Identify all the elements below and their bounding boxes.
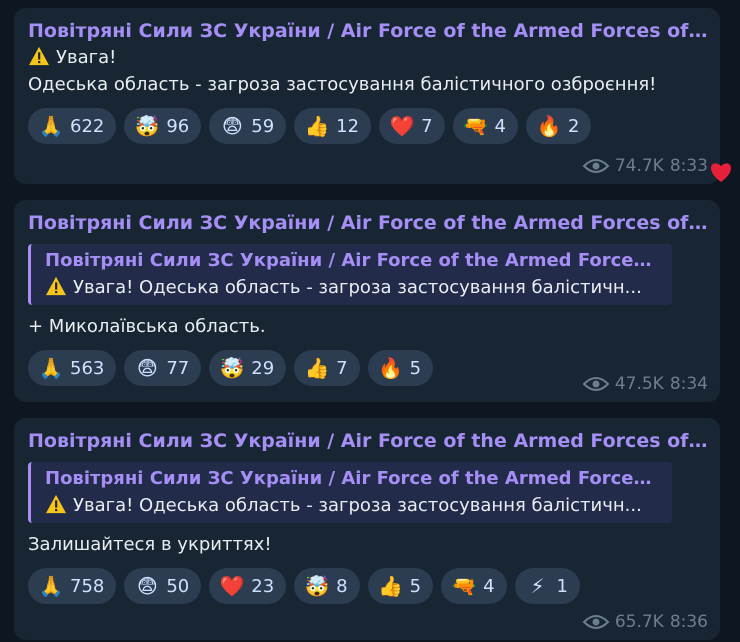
thumbs-up-icon: 👍	[304, 356, 330, 380]
reaction-pray[interactable]: 🙏 758	[28, 568, 117, 604]
quote-sender: Повітряні Сили ЗС України / Air Force of…	[45, 468, 662, 489]
reaction-count: 4	[494, 115, 506, 137]
quote-text: Увага! Одеська область - загроза застосу…	[73, 277, 642, 298]
message-time: 8:36	[669, 612, 708, 632]
reaction-count: 29	[251, 357, 275, 379]
reaction-count: 8	[336, 575, 348, 597]
reaction-count: 1	[556, 575, 568, 597]
sender-name[interactable]: Повітряні Сили ЗС України / Air Force of…	[28, 18, 708, 44]
message-time: 8:33	[669, 156, 708, 176]
reaction-count: 563	[70, 357, 105, 379]
message-bubble[interactable]: Повітряні Сили ЗС України / Air Force of…	[14, 418, 720, 640]
warning-icon	[46, 276, 66, 296]
reactions-bar: 🙏 622 🤯 96 😨 59 👍 12 ❤️ 7 🔫 4 🔥 2	[28, 108, 708, 144]
reaction-fire[interactable]: 🔥 5	[367, 350, 434, 386]
exploding-head-icon: 🤯	[219, 356, 245, 380]
reaction-thumbs-up[interactable]: 👍 12	[294, 108, 372, 144]
warning-icon	[29, 46, 49, 66]
view-count: 74.7K	[614, 156, 664, 176]
reaction-heart[interactable]: ❤️ 23	[209, 568, 287, 604]
reaction-count: 5	[409, 575, 422, 597]
reaction-exploding-head[interactable]: 🤯 8	[294, 568, 360, 604]
reaction-count: 59	[251, 115, 275, 137]
reaction-count: 622	[70, 115, 105, 137]
reaction-fearful[interactable]: 😨 50	[124, 568, 202, 604]
eye-icon	[582, 159, 609, 173]
reaction-count: 12	[336, 115, 360, 137]
pray-icon: 🙏	[38, 356, 64, 380]
reaction-fearful[interactable]: 😨 77	[124, 350, 202, 386]
reaction-count: 77	[166, 357, 190, 379]
reaction-count: 7	[421, 115, 433, 137]
thumbs-up-icon: 👍	[304, 114, 330, 138]
heart-icon[interactable]	[708, 160, 734, 184]
sender-name[interactable]: Повітряні Сили ЗС України / Air Force of…	[28, 210, 708, 236]
view-count: 65.7K	[614, 612, 664, 632]
reaction-count: 50	[166, 575, 190, 597]
message-bubble[interactable]: Повітряні Сили ЗС України / Air Force of…	[14, 8, 720, 184]
reaction-count: 7	[336, 357, 348, 379]
fearful-face-icon: 😨	[221, 114, 243, 138]
exploding-head-icon: 🤯	[304, 574, 330, 598]
reaction-thumbs-up[interactable]: 👍 5	[367, 568, 434, 604]
reaction-pray[interactable]: 🙏 563	[28, 350, 117, 386]
heart-icon: ❤️	[389, 114, 415, 138]
reaction-exploding-head[interactable]: 🤯 96	[124, 108, 202, 144]
reaction-count: 96	[166, 115, 190, 137]
fearful-face-icon: 😨	[136, 356, 158, 380]
warning-icon	[46, 494, 66, 514]
reply-quote[interactable]: Повітряні Сили ЗС України / Air Force of…	[28, 244, 672, 305]
gun-icon: 🔫	[451, 574, 477, 598]
pray-icon: 🙏	[38, 574, 64, 598]
reaction-count: 23	[251, 575, 275, 597]
quote-text-row: Увага! Одеська область - загроза застосу…	[45, 274, 662, 301]
lightning-icon: ⚡	[530, 574, 545, 598]
sender-name[interactable]: Повітряні Сили ЗС України / Air Force of…	[28, 428, 708, 454]
reaction-thumbs-up[interactable]: 👍 7	[294, 350, 360, 386]
reaction-pray[interactable]: 🙏 622	[28, 108, 117, 144]
reaction-heart[interactable]: ❤️ 7	[379, 108, 445, 144]
heart-icon: ❤️	[219, 574, 245, 598]
reaction-fearful[interactable]: 😨 59	[209, 108, 287, 144]
thumbs-up-icon: 👍	[378, 574, 404, 598]
quote-text: Увага! Одеська область - загроза застосу…	[73, 495, 642, 516]
reaction-exploding-head[interactable]: 🤯 29	[209, 350, 287, 386]
eye-icon	[582, 615, 609, 629]
fire-icon: 🔥	[378, 356, 404, 380]
alert-title: Увага!	[56, 47, 117, 68]
reaction-count: 5	[409, 357, 422, 379]
reply-quote[interactable]: Повітряні Сили ЗС України / Air Force of…	[28, 462, 672, 523]
message-meta: 65.7K 8:36	[582, 612, 708, 632]
exploding-head-icon: 🤯	[134, 114, 160, 138]
reaction-fire[interactable]: 🔥 2	[525, 108, 592, 144]
message-text: Залишайтеся в укриттях!	[28, 534, 272, 555]
reaction-gun[interactable]: 🔫 4	[452, 108, 518, 144]
message-text-line: Одеська область - загроза застосування б…	[28, 74, 657, 95]
eye-icon	[582, 377, 609, 391]
message-time: 8:34	[669, 374, 708, 394]
quote-sender: Повітряні Сили ЗС України / Air Force of…	[45, 250, 662, 271]
reaction-count: 758	[70, 575, 105, 597]
reaction-lightning[interactable]: ⚡ 1	[514, 568, 580, 604]
message-bubble[interactable]: Повітряні Сили ЗС України / Air Force of…	[14, 200, 720, 402]
message-meta: 74.7K 8:33	[582, 156, 708, 176]
quote-text-row: Увага! Одеська область - загроза застосу…	[45, 492, 662, 519]
reactions-bar: 🙏 758 😨 50 ❤️ 23 🤯 8 👍 5 🔫 4 ⚡ 1	[28, 568, 708, 604]
reaction-count: 4	[483, 575, 495, 597]
gun-icon: 🔫	[463, 114, 488, 138]
reaction-gun[interactable]: 🔫 4	[441, 568, 507, 604]
pray-icon: 🙏	[38, 114, 64, 138]
message-text-line: Увага!	[28, 44, 708, 71]
fearful-face-icon: 😨	[136, 574, 158, 598]
fire-icon: 🔥	[536, 114, 562, 138]
reaction-count: 2	[567, 115, 580, 137]
message-text: + Миколаївська область.	[28, 316, 266, 337]
message-meta: 47.5K 8:34	[582, 374, 708, 394]
view-count: 47.5K	[614, 374, 664, 394]
